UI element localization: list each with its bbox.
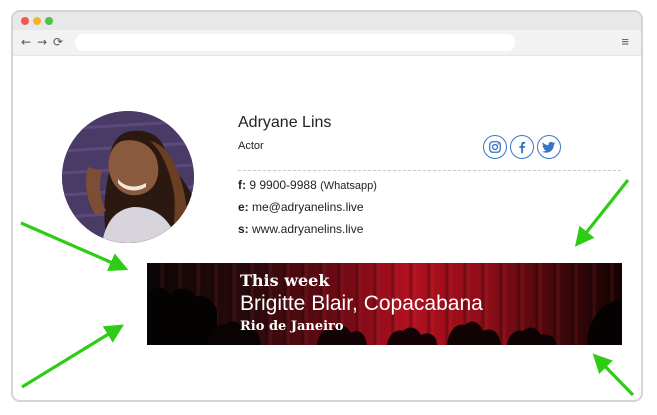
phone-label: f: [238, 178, 246, 192]
banner-event-title: Brigitte Blair, Copacabana [240, 292, 483, 315]
phone-number[interactable]: 9 9900-9988 [249, 178, 316, 192]
website-link[interactable]: www.adryanelins.live [252, 222, 363, 236]
event-banner[interactable]: This week Brigitte Blair, Copacabana Rio… [147, 263, 622, 345]
divider [238, 170, 621, 171]
forward-arrow-icon[interactable]: → [37, 34, 47, 50]
browser-window: ← → ⟳ ≡ Adryane Lins Actor f: 9 9900-998… [11, 10, 643, 402]
banner-heading: This week [240, 271, 330, 290]
reload-icon[interactable]: ⟳ [53, 34, 63, 50]
title-bar [13, 12, 641, 30]
contact-name: Adryane Lins [238, 114, 332, 131]
website-label: s: [238, 222, 249, 236]
address-bar[interactable] [75, 34, 515, 51]
phone-line: f: 9 9900-9988 (Whatsapp) [238, 178, 377, 192]
maximize-window-button[interactable] [45, 17, 53, 25]
phone-note: (Whatsapp) [320, 180, 377, 192]
facebook-icon[interactable] [510, 135, 534, 159]
minimize-window-button[interactable] [33, 17, 41, 25]
close-window-button[interactable] [21, 17, 29, 25]
contact-role: Actor [238, 140, 264, 152]
email-label: e: [238, 200, 249, 214]
website-line: s: www.adryanelins.live [238, 222, 363, 236]
email-link[interactable]: me@adryanelins.live [252, 200, 364, 214]
avatar [62, 111, 194, 243]
banner-location: Rio de Janeiro [240, 319, 344, 334]
twitter-icon[interactable] [537, 135, 561, 159]
back-arrow-icon[interactable]: ← [21, 34, 31, 50]
email-line: e: me@adryanelins.live [238, 200, 364, 214]
browser-toolbar: ← → ⟳ ≡ [13, 30, 641, 56]
instagram-icon[interactable] [483, 135, 507, 159]
email-signature: Adryane Lins Actor f: 9 9900-9988 (Whats… [13, 57, 641, 400]
screenshot: ← → ⟳ ≡ Adryane Lins Actor f: 9 9900-998… [0, 0, 657, 415]
hamburger-menu-icon[interactable]: ≡ [621, 33, 629, 51]
